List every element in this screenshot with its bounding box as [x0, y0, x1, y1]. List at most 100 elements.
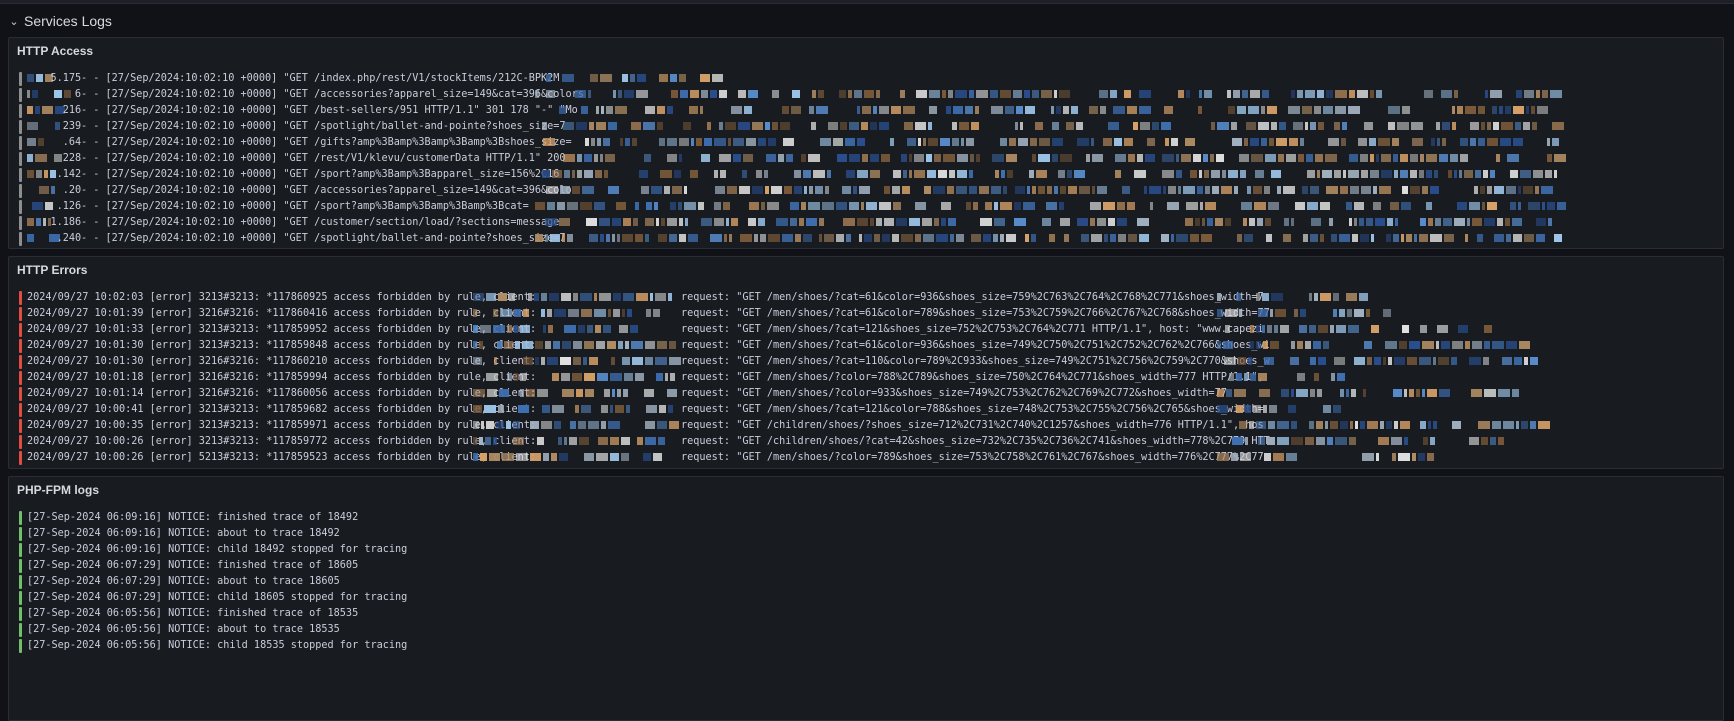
log-line[interactable]: 2024/09/27 10:01:39 [error] 3216#3216: *…	[17, 306, 1719, 322]
log-line[interactable]: [27-Sep-2024 06:05:56] NOTICE: child 185…	[17, 638, 1719, 654]
log-list[interactable]: [27-Sep-2024 06:09:16] NOTICE: finished …	[17, 510, 1719, 718]
log-text: [27-Sep-2024 06:07:29] NOTICE: finished …	[27, 560, 359, 571]
log-text: - - [27/Sep/2024:10:02:10 +0000] "GET /s…	[81, 121, 566, 132]
log-line[interactable]: 216 - - [27/Sep/2024:10:02:10 +0000] "GE…	[17, 103, 1719, 119]
log-line[interactable]: 2024/09/27 10:01:30 [error] 3213#3213: *…	[17, 338, 1719, 354]
log-level-bar	[19, 607, 22, 621]
log-line[interactable]: .64 - - [27/Sep/2024:10:02:10 +0000] "GE…	[17, 135, 1719, 151]
log-list[interactable]: 2024/09/27 10:02:03 [error] 3213#3213: *…	[17, 290, 1719, 466]
log-line[interactable]: 2024/09/27 10:01:30 [error] 3216#3216: *…	[17, 354, 1719, 370]
redacted-text	[473, 405, 677, 415]
redacted-text	[27, 122, 63, 132]
log-request: request: "GET /men/shoes/?color=788%2C78…	[681, 372, 1264, 383]
redacted-text	[473, 309, 677, 319]
log-ip-suffix: 228	[62, 153, 82, 164]
redacted-text	[1217, 389, 1519, 399]
log-text: [27-Sep-2024 06:05:56] NOTICE: child 185…	[27, 640, 408, 651]
log-line[interactable]: 2024/09/27 10:02:03 [error] 3213#3213: *…	[17, 290, 1719, 306]
log-text: - - [27/Sep/2024:10:02:10 +0000] "GET /a…	[81, 89, 584, 100]
log-line[interactable]: 2024/09/27 10:01:33 [error] 3213#3213: *…	[17, 322, 1719, 338]
log-line[interactable]: 1.186 - - [27/Sep/2024:10:02:10 +0000] "…	[17, 215, 1719, 231]
log-level-bar	[19, 543, 22, 557]
log-level-bar	[19, 623, 22, 637]
log-line[interactable]: 2024/09/27 10:01:18 [error] 3216#3216: *…	[17, 370, 1719, 386]
redacted-text	[535, 234, 1565, 244]
log-level-bar	[19, 419, 22, 433]
log-line[interactable]: 6 - - [27/Sep/2024:10:02:10 +0000] "GET …	[17, 87, 1719, 103]
log-level-bar	[19, 232, 22, 246]
log-line[interactable]: .142 - - [27/Sep/2024:10:02:10 +0000] "G…	[17, 167, 1719, 183]
log-request: request: "GET /men/shoes/?color=933&shoe…	[681, 388, 1227, 399]
log-line[interactable]: 2024/09/27 10:00:26 [error] 3213#3213: *…	[17, 434, 1719, 450]
redacted-text	[27, 202, 59, 212]
panel-title[interactable]: HTTP Access	[17, 44, 93, 58]
log-line[interactable]: 239 - - [27/Sep/2024:10:02:10 +0000] "GE…	[17, 119, 1719, 135]
log-level-bar	[19, 120, 22, 134]
panel-title[interactable]: HTTP Errors	[17, 263, 87, 277]
redacted-text	[27, 106, 65, 116]
log-text: - - [27/Sep/2024:10:02:10 +0000] "GET /s…	[81, 169, 560, 180]
log-text: 2024/09/27 10:00:41 [error] 3213#3213: *…	[27, 404, 537, 415]
redacted-text	[27, 234, 60, 244]
log-level-bar	[19, 451, 22, 465]
log-text: [27-Sep-2024 06:05:56] NOTICE: finished …	[27, 608, 359, 619]
log-level-bar	[19, 184, 22, 198]
log-text: 2024/09/27 10:01:30 [error] 3216#3216: *…	[27, 356, 537, 367]
log-text: - - [27/Sep/2024:10:02:10 +0000] "GET /s…	[81, 201, 529, 212]
log-line[interactable]: .240 - - [27/Sep/2024:10:02:10 +0000] "G…	[17, 231, 1719, 246]
log-ip-suffix: .20	[62, 185, 82, 196]
redacted-text	[27, 154, 63, 164]
log-request: request: "GET /men/shoes/?cat=61&color=7…	[681, 308, 1270, 319]
redacted-text	[1217, 437, 1519, 447]
log-line[interactable]: .126 - - [27/Sep/2024:10:02:10 +0000] "G…	[17, 199, 1719, 215]
redacted-text	[473, 293, 677, 303]
redacted-text	[473, 453, 677, 463]
log-text: - - [27/Sep/2024:10:02:10 +0000] "GET /c…	[81, 217, 560, 228]
redacted-text	[535, 90, 1565, 100]
log-request: request: "GET /children/shoes/?shoes_siz…	[681, 420, 1264, 431]
log-line[interactable]: [27-Sep-2024 06:09:16] NOTICE: about to …	[17, 526, 1719, 542]
log-line[interactable]: 2024/09/27 10:00:41 [error] 3213#3213: *…	[17, 402, 1719, 418]
log-request: request: "GET /men/shoes/?cat=61&color=9…	[681, 340, 1270, 351]
log-line[interactable]: 2024/09/27 10:01:14 [error] 3216#3216: *…	[17, 386, 1719, 402]
log-request: request: "GET /men/shoes/?cat=61&color=9…	[681, 292, 1264, 303]
log-line[interactable]: 5.175 - - [27/Sep/2024:10:02:10 +0000] "…	[17, 71, 1719, 87]
redacted-text	[473, 357, 681, 367]
redacted-text	[473, 437, 677, 447]
log-line[interactable]: [27-Sep-2024 06:05:56] NOTICE: about to …	[17, 622, 1719, 638]
log-level-bar	[19, 216, 22, 230]
redacted-text	[1217, 357, 1543, 367]
log-text: 2024/09/27 10:02:03 [error] 3213#3213: *…	[27, 292, 537, 303]
log-text: 2024/09/27 10:01:30 [error] 3213#3213: *…	[27, 340, 537, 351]
log-ip-suffix: 1.186	[50, 217, 82, 228]
panel-title[interactable]: PHP-FPM logs	[17, 483, 99, 497]
log-line[interactable]: 228 - - [27/Sep/2024:10:02:10 +0000] "GE…	[17, 151, 1719, 167]
redacted-text	[535, 106, 1565, 116]
panel-php-fpm-logs: PHP-FPM logs [27-Sep-2024 06:09:16] NOTI…	[8, 476, 1724, 721]
redacted-text	[27, 90, 71, 100]
log-line[interactable]: [27-Sep-2024 06:09:16] NOTICE: child 184…	[17, 542, 1719, 558]
redacted-text	[535, 218, 1565, 228]
log-line[interactable]: [27-Sep-2024 06:07:29] NOTICE: finished …	[17, 558, 1719, 574]
redacted-text	[473, 421, 679, 431]
log-request: request: "GET /men/shoes/?cat=121&shoes_…	[681, 324, 1264, 335]
log-line[interactable]: [27-Sep-2024 06:07:29] NOTICE: about to …	[17, 574, 1719, 590]
log-text: 2024/09/27 10:00:35 [error] 3213#3213: *…	[27, 420, 537, 431]
log-line[interactable]: [27-Sep-2024 06:07:29] NOTICE: child 186…	[17, 590, 1719, 606]
redacted-text	[1217, 293, 1380, 303]
log-line[interactable]: .20 - - [27/Sep/2024:10:02:10 +0000] "GE…	[17, 183, 1719, 199]
log-level-bar	[19, 136, 22, 150]
log-text: [27-Sep-2024 06:09:16] NOTICE: finished …	[27, 512, 359, 523]
row-header-services-logs[interactable]: ⌄ Services Logs	[8, 10, 112, 32]
log-level-bar	[19, 168, 22, 182]
log-line[interactable]: [27-Sep-2024 06:05:56] NOTICE: finished …	[17, 606, 1719, 622]
log-text: [27-Sep-2024 06:07:29] NOTICE: child 186…	[27, 592, 408, 603]
redacted-text	[535, 170, 1565, 180]
chevron-down-icon[interactable]: ⌄	[8, 15, 20, 28]
log-line[interactable]: 2024/09/27 10:00:26 [error] 5213#3213: *…	[17, 450, 1719, 466]
log-text: - - [27/Sep/2024:10:02:10 +0000] "GET /r…	[81, 153, 566, 164]
log-line[interactable]: 2024/09/27 10:00:35 [error] 3213#3213: *…	[17, 418, 1719, 434]
log-line[interactable]: [27-Sep-2024 06:09:16] NOTICE: finished …	[17, 510, 1719, 526]
log-list[interactable]: 5.175 - - [27/Sep/2024:10:02:10 +0000] "…	[17, 71, 1719, 246]
log-text: [27-Sep-2024 06:05:56] NOTICE: about to …	[27, 624, 340, 635]
